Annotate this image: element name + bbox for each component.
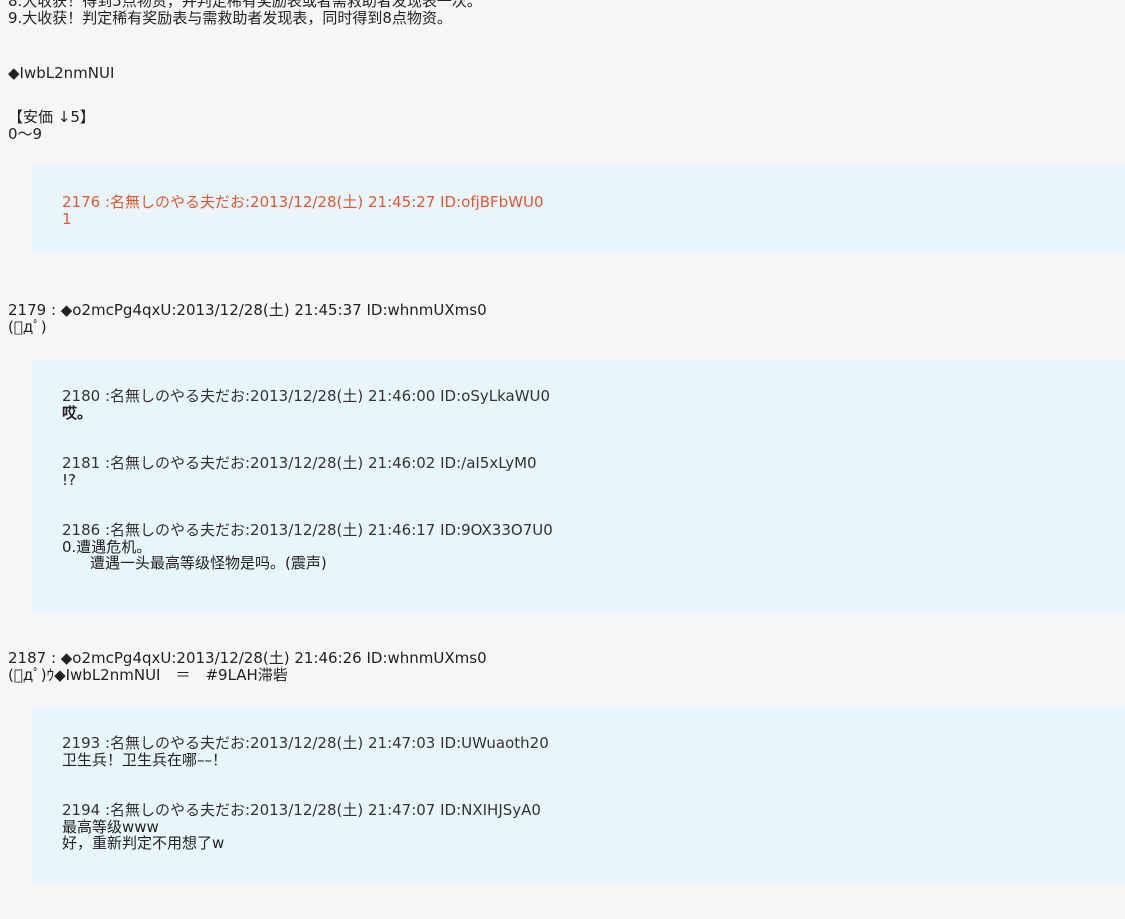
reply-header: 2181 :名無しのやる夫だお:2013/12/28(土) 21:46:02 I… [62, 454, 537, 472]
reply-2176: 2176 :名無しのやる夫だお:2013/12/28(土) 21:45:27 I… [62, 194, 544, 227]
tripcode-line: ◆IwbL2nmNUI [8, 64, 115, 82]
choice-item-9: 9.大收获！判定稀有奖励表与需救助者发现表，同时得到8点物资。 [8, 8, 452, 27]
anka-range: 0～9 [8, 124, 43, 143]
post-header: 2187 : ◆o2mcPg4qxU:2013/12/28(土) 21:46:2… [8, 649, 487, 667]
reply-box-1: 2176 :名無しのやる夫だお:2013/12/28(土) 21:45:27 I… [32, 166, 1125, 254]
reply-box-3: 2193 :名無しのやる夫だお:2013/12/28(土) 21:47:03 I… [32, 706, 1125, 883]
reply-header: 2193 :名無しのやる夫だお:2013/12/28(土) 21:47:03 I… [62, 734, 549, 752]
post-header: 2179 : ◆o2mcPg4qxU:2013/12/28(土) 21:45:3… [8, 301, 487, 319]
post-2187: 2187 : ◆o2mcPg4qxU:2013/12/28(土) 21:46:2… [8, 650, 487, 683]
reply-body-continued: 好，重新判定不用想了w [62, 834, 225, 852]
reply-header: 2180 :名無しのやる夫だお:2013/12/28(土) 21:46:00 I… [62, 387, 551, 405]
reply-body: !? [62, 470, 76, 489]
reply-body-continued: 遭遇一头最高等级怪物是吗。(震声) [90, 554, 327, 572]
thread-page: 8.大收获！得到5点物资，并判定稀有奖励表或者需救助者发现表一次。 9.大收获！… [0, 0, 1125, 919]
reply-2181: 2181 :名無しのやる夫だお:2013/12/28(土) 21:46:02 I… [62, 455, 537, 488]
reply-body: 哎。 [62, 403, 93, 422]
reply-body: 0.遭遇危机。 [62, 537, 152, 556]
reply-header: 2176 :名無しのやる夫だお:2013/12/28(土) 21:45:27 I… [62, 193, 544, 211]
post-2179: 2179 : ◆o2mcPg4qxU:2013/12/28(土) 21:45:3… [8, 302, 487, 335]
reply-body: 卫生兵！卫生兵在哪––！ [62, 750, 228, 769]
post-body: (ﾟдﾟ)ｳ◆IwbL2nmNUI ＝ #9LAH滞砦 [8, 665, 288, 684]
reply-2180: 2180 :名無しのやる夫だお:2013/12/28(土) 21:46:00 I… [62, 388, 550, 421]
anka-block: 【安価 ↓5】 0～9 [8, 109, 95, 142]
reply-2194: 2194 :名無しのやる夫だお:2013/12/28(土) 21:47:07 I… [62, 802, 541, 852]
reply-header: 2186 :名無しのやる夫だお:2013/12/28(土) 21:46:17 I… [62, 521, 553, 539]
reply-body: 1 [62, 209, 72, 228]
reply-header: 2194 :名無しのやる夫だお:2013/12/28(土) 21:47:07 I… [62, 801, 541, 819]
anka-label: 【安価 ↓5】 [8, 108, 95, 126]
reply-2186: 2186 :名無しのやる夫だお:2013/12/28(土) 21:46:17 I… [62, 522, 553, 572]
reply-box-2: 2180 :名無しのやる夫だお:2013/12/28(土) 21:46:00 I… [32, 360, 1125, 614]
reply-body: 最高等级www [62, 817, 159, 836]
post-body: (ﾟдﾟ) [8, 317, 47, 336]
reply-2193: 2193 :名無しのやる夫だお:2013/12/28(土) 21:47:03 I… [62, 735, 549, 768]
choice-list: 8.大收获！得到5点物资，并判定稀有奖励表或者需救助者发现表一次。 9.大收获！… [8, 0, 482, 26]
